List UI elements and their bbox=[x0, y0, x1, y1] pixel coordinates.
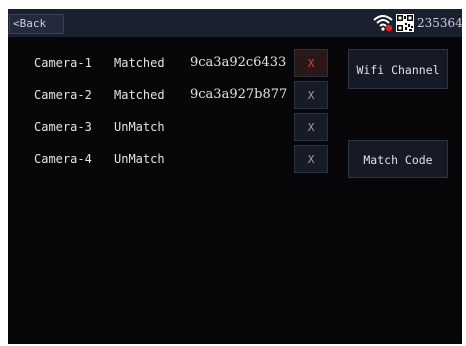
camera-name: Camera-3 bbox=[34, 120, 92, 134]
wifi-channel-button[interactable]: Wifi Channel bbox=[348, 49, 448, 89]
camera-name: Camera-4 bbox=[34, 152, 92, 166]
camera-row-2: Camera-2 Matched 9ca3a927b877 bbox=[8, 81, 308, 111]
camera-match-screen: <Back 2353643654 Camera-1 Mat bbox=[8, 9, 462, 344]
delete-camera-1-button[interactable]: X bbox=[294, 49, 328, 77]
camera-status: UnMatch bbox=[114, 120, 165, 134]
top-bar: <Back 2353643654 bbox=[8, 9, 462, 37]
camera-name: Camera-2 bbox=[34, 88, 92, 102]
camera-status: Matched bbox=[114, 56, 165, 70]
wifi-icon bbox=[373, 15, 393, 32]
match-code-button[interactable]: Match Code bbox=[348, 140, 448, 178]
back-button[interactable]: <Back bbox=[9, 14, 64, 34]
camera-name: Camera-1 bbox=[34, 56, 92, 70]
delete-camera-2-button[interactable]: X bbox=[294, 81, 328, 109]
camera-status: Matched bbox=[114, 88, 165, 102]
device-id: 2353643654 bbox=[417, 16, 462, 30]
delete-camera-3-button[interactable]: X bbox=[294, 113, 328, 141]
camera-row-4: Camera-4 UnMatch bbox=[8, 145, 308, 175]
camera-status: UnMatch bbox=[114, 152, 165, 166]
qr-code-icon bbox=[396, 14, 414, 32]
camera-code: 9ca3a92c6433 bbox=[190, 55, 287, 70]
camera-row-3: Camera-3 UnMatch bbox=[8, 113, 308, 143]
camera-row-1: Camera-1 Matched 9ca3a92c6433 bbox=[8, 49, 308, 79]
camera-code: 9ca3a927b877 bbox=[190, 87, 288, 102]
delete-camera-4-button[interactable]: X bbox=[294, 145, 328, 173]
